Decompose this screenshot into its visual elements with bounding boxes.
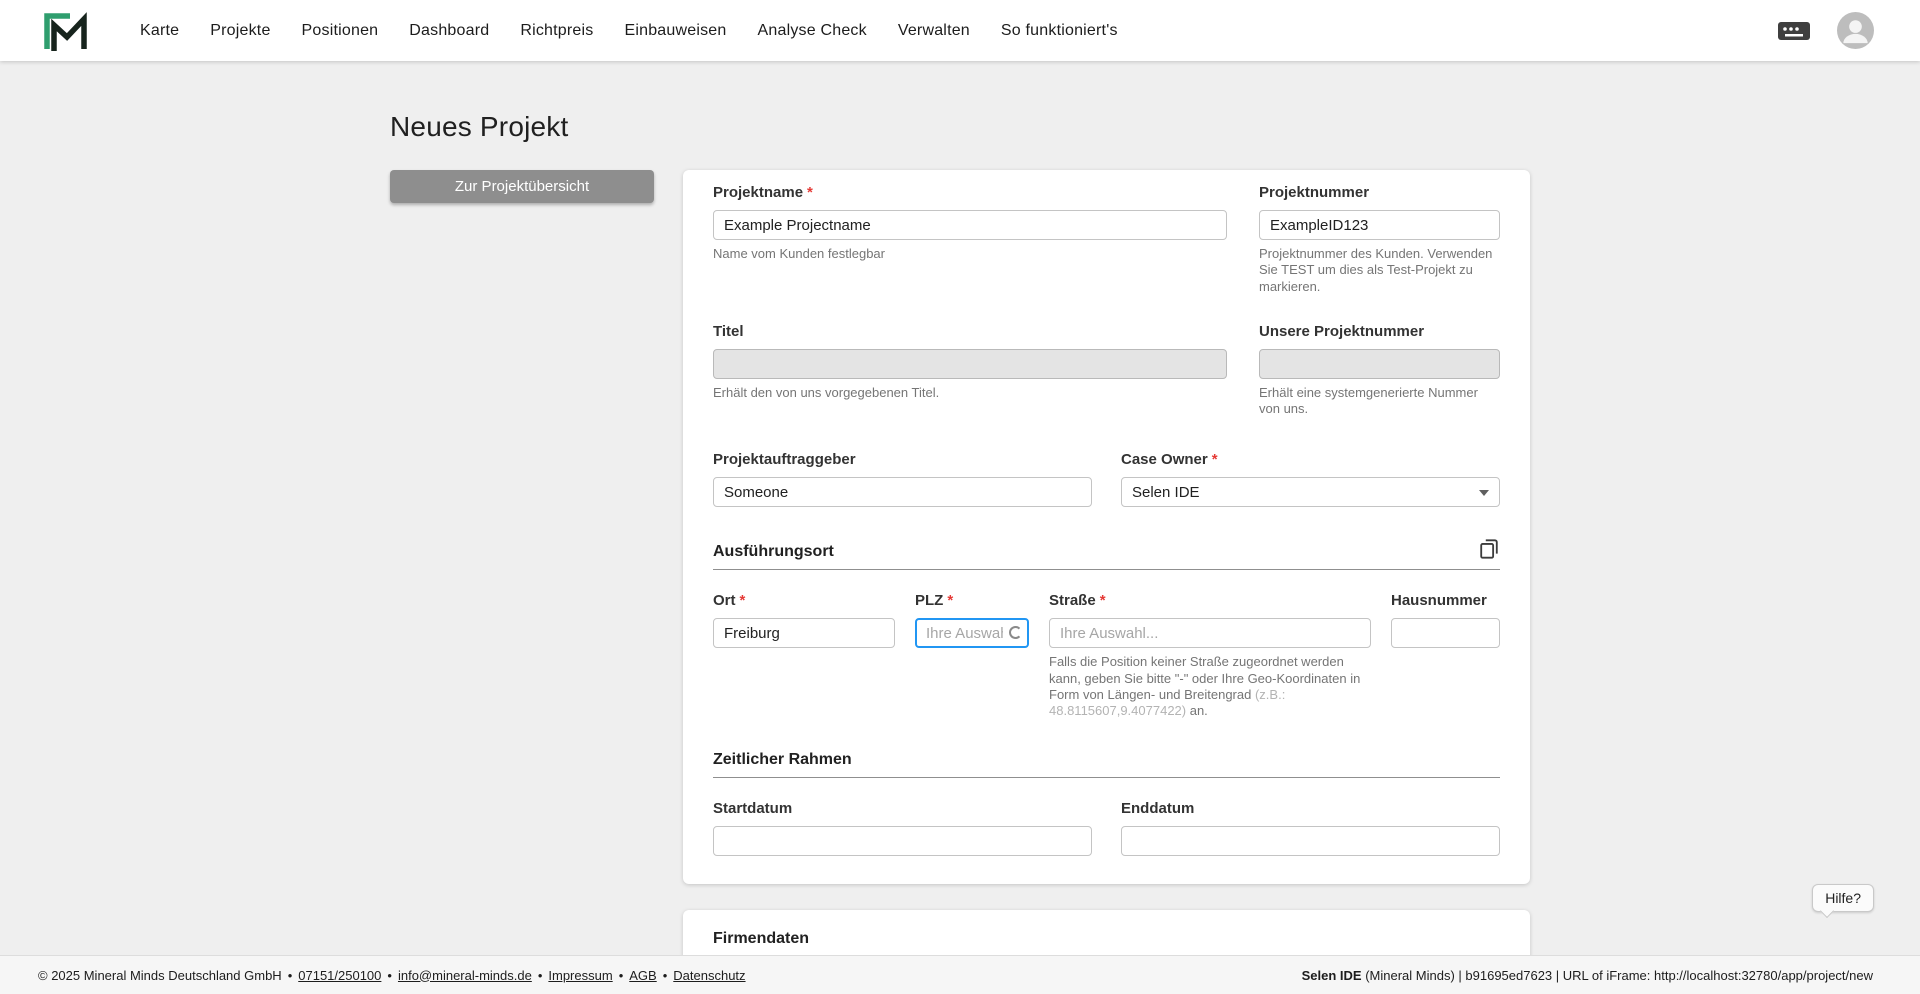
footer-link-email[interactable]: info@mineral-minds.de [398, 968, 532, 983]
keyboard-icon[interactable] [1777, 19, 1811, 43]
unsere-projektnummer-input [1259, 348, 1500, 379]
required-asterisk: * [947, 592, 954, 610]
session-user: Selen IDE [1301, 967, 1362, 983]
separator-dot: • [537, 967, 543, 983]
projektnummer-label: Projektnummer [1259, 184, 1370, 201]
titel-helper: Erhält den von uns vorgegebenen Titel. [713, 384, 940, 400]
projektname-input[interactable] [713, 210, 1227, 240]
required-asterisk: * [739, 592, 746, 610]
projektnummer-helper: Projektnummer des Kunden. Verwenden Sie … [1259, 246, 1493, 294]
session-info: Selen IDE (Mineral Minds) | b91695ed7623… [1302, 968, 1873, 983]
ausfuehrungsort-title: Ausführungsort [713, 543, 834, 561]
footer-link-datenschutz[interactable]: Datenschutz [673, 968, 745, 983]
firmendaten-title: Firmendaten [713, 930, 810, 948]
separator-dot: • [387, 967, 392, 983]
case-owner-selected-value: Selen IDE [1132, 483, 1200, 501]
titel-input [713, 348, 1227, 379]
projektauftraggeber-label: Projektauftraggeber [713, 451, 856, 469]
navbar-right [1777, 12, 1874, 49]
unsere-projektnummer-label: Unsere Projektnummer [1259, 322, 1425, 340]
projektnummer-input[interactable] [1259, 210, 1500, 240]
case-owner-field: Case Owner * Selen IDE [1121, 451, 1500, 508]
hausnummer-input[interactable] [1391, 618, 1500, 649]
footer: © 2025 Mineral Minds Deutschland GmbH • … [0, 955, 1920, 994]
unsere-projektnummer-field: Unsere Projektnummer Erhält eine systemg… [1259, 323, 1500, 418]
footer-link-impressum[interactable]: Impressum [548, 968, 612, 983]
plz-field: PLZ * [915, 592, 1029, 649]
nav-item-verwalten[interactable]: Verwalten [898, 22, 970, 40]
section-ausfuehrungsort: Ausführungsort [713, 537, 1500, 571]
startdatum-input[interactable] [713, 826, 1092, 857]
help-button[interactable]: Hilfe? [1812, 884, 1874, 912]
enddatum-field: Enddatum [1121, 800, 1500, 857]
zeitlicher-rahmen-title: Zeitlicher Rahmen [713, 751, 852, 769]
page-title: Neues Projekt [390, 111, 569, 142]
required-asterisk: * [1099, 592, 1106, 610]
required-asterisk: * [807, 184, 813, 201]
enddatum-input[interactable] [1121, 826, 1500, 857]
required-asterisk: * [1211, 451, 1218, 469]
startdatum-label: Startdatum [713, 800, 793, 818]
mineral-minds-logo-icon [44, 11, 87, 51]
projektname-helper: Name vom Kunden festlegbar [713, 246, 885, 261]
nav-item-so-funktionierts[interactable]: So funktioniert's [1001, 22, 1118, 40]
footer-links: © 2025 Mineral Minds Deutschland GmbH • … [38, 968, 746, 983]
left-column: Zur Projektübersicht [390, 170, 654, 203]
project-form-card: Projektname* Name vom Kunden festlegbar … [683, 170, 1530, 885]
projektname-label: Projektname * [713, 184, 813, 201]
nav-item-projekte[interactable]: Projekte [210, 22, 270, 40]
plz-label: PLZ * [915, 592, 954, 610]
copy-icon[interactable] [1478, 537, 1500, 561]
hausnummer-label: Hausnummer [1391, 592, 1487, 610]
separator-dot: • [618, 967, 624, 983]
enddatum-label: Enddatum [1121, 800, 1195, 818]
separator-dot: • [662, 967, 668, 983]
footer-link-agb[interactable]: AGB [629, 968, 656, 983]
titel-label: Titel [713, 322, 744, 340]
startdatum-field: Startdatum [713, 800, 1092, 857]
nav-item-positionen[interactable]: Positionen [302, 22, 379, 40]
session-details: (Mineral Minds) | b91695ed7623 | URL of … [1361, 967, 1873, 983]
main-nav: Karte Projekte Positionen Dashboard Rich… [140, 22, 1777, 40]
nav-item-dashboard[interactable]: Dashboard [409, 22, 489, 40]
projektname-field: Projektname* Name vom Kunden festlegbar [713, 184, 1227, 262]
projektnummer-field: Projektnummer Projektnummer des Kunden. … [1259, 184, 1500, 295]
logo[interactable] [44, 11, 88, 51]
strasse-input[interactable] [1049, 618, 1371, 649]
chevron-down-icon [1479, 490, 1489, 497]
strasse-field: Straße* Falls die Position keiner Straße… [1049, 592, 1371, 719]
strasse-label: Straße * [1049, 592, 1106, 610]
strasse-helper: Falls die Position keiner Straße zugeord… [1049, 654, 1361, 718]
footer-link-phone[interactable]: 07151/250100 [298, 968, 381, 983]
main-content: Neues Projekt Zur Projektübersicht Proje… [0, 61, 1920, 994]
ort-label: Ort * [713, 592, 746, 610]
user-avatar[interactable] [1837, 12, 1874, 49]
top-navbar: Karte Projekte Positionen Dashboard Rich… [0, 0, 1920, 61]
hausnummer-field: Hausnummer [1391, 592, 1500, 649]
projektauftraggeber-input[interactable] [713, 477, 1092, 508]
ort-field: Ort * [713, 592, 895, 649]
nav-item-karte[interactable]: Karte [140, 22, 179, 40]
unsere-projektnummer-helper: Erhält eine systemgenerierte Nummer von … [1259, 384, 1478, 416]
case-owner-label: Case Owner * [1121, 451, 1218, 469]
ort-input[interactable] [713, 618, 895, 649]
back-to-project-overview-button[interactable]: Zur Projektübersicht [390, 170, 654, 203]
titel-field: Titel Erhält den von uns vorgegebenen Ti… [713, 323, 1227, 401]
nav-item-analyse-check[interactable]: Analyse Check [758, 22, 867, 40]
nav-item-richtpreis[interactable]: Richtpreis [520, 22, 593, 40]
copyright-text: © 2025 Mineral Minds Deutschland GmbH [38, 967, 282, 983]
section-zeitlicher-rahmen: Zeitlicher Rahmen [713, 751, 1500, 779]
case-owner-select[interactable]: Selen IDE [1121, 477, 1500, 508]
section-firmendaten: Firmendaten [713, 930, 1500, 958]
projektauftraggeber-field: Projektauftraggeber [713, 451, 1092, 508]
nav-item-einbauweisen[interactable]: Einbauweisen [624, 22, 726, 40]
separator-dot: • [287, 967, 293, 983]
